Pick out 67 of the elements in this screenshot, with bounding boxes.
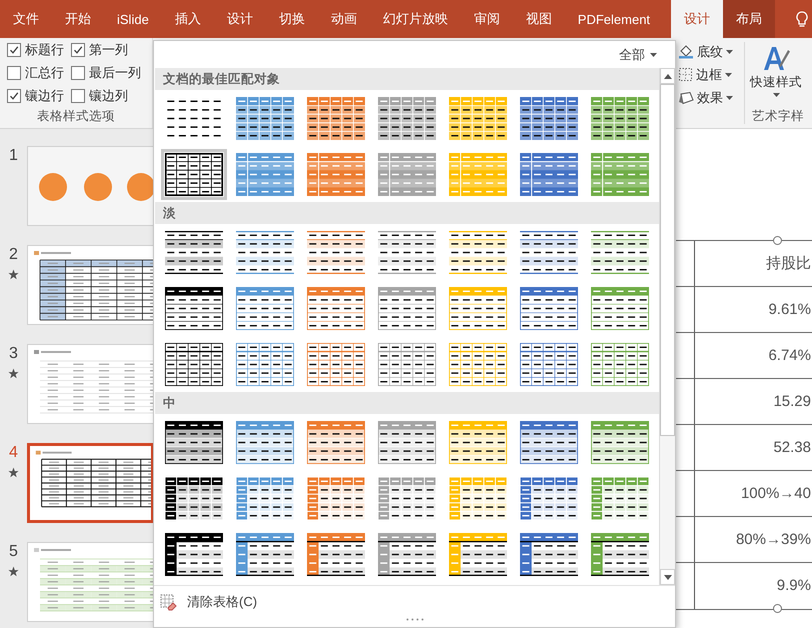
table-cell: 15.29 <box>694 379 812 424</box>
shape-icon <box>678 90 694 104</box>
ribbon-tab[interactable]: 设计 <box>671 0 724 38</box>
borders-button[interactable]: 边框 <box>676 63 744 86</box>
caret-icon <box>725 72 732 76</box>
checkbox[interactable] <box>71 66 85 80</box>
table-cell: 9.61% <box>694 287 812 332</box>
quick-styles-button[interactable]: 快速样式 <box>748 38 804 97</box>
shading-button[interactable]: 底纹 <box>676 40 744 63</box>
checkbox-label: 最后一列 <box>89 64 141 82</box>
checkbox[interactable] <box>7 88 21 102</box>
ribbon-tab[interactable]: 动画 <box>318 0 370 38</box>
slide-number: 1 <box>9 148 18 164</box>
ribbon-tab[interactable]: 切换 <box>266 0 318 38</box>
ribbon-tab[interactable]: 幻灯片放映 <box>370 0 461 38</box>
checkbox-label: 标题行 <box>25 40 64 58</box>
ribbon-tab[interactable]: 设计 <box>214 0 266 38</box>
table-cell: 6.74% <box>694 333 812 378</box>
resize-grip[interactable] <box>406 618 424 621</box>
checkbox-label: 镶边行 <box>25 86 64 104</box>
caret-icon <box>726 50 733 54</box>
slide-number: 4 <box>9 445 18 461</box>
slide-number: 5 <box>9 544 18 560</box>
checkbox-label: 镶边列 <box>89 86 128 104</box>
checkbox[interactable] <box>7 66 21 80</box>
slide-number: 3 <box>9 346 18 362</box>
section-header: 文档的最佳匹配对象 <box>155 68 659 90</box>
ribbon-tab[interactable]: 开始 <box>52 0 104 38</box>
checkbox-label: 第一列 <box>89 40 128 58</box>
up-arrow-icon <box>664 74 672 78</box>
table-cell: 80%→39% <box>694 517 812 562</box>
slide-number: 2 <box>9 247 18 263</box>
ribbon-tab[interactable]: 审阅 <box>460 0 513 38</box>
paint-bucket-icon <box>678 44 694 59</box>
resize-handle[interactable] <box>773 236 782 245</box>
slide-thumbnail[interactable] <box>27 443 154 523</box>
checkbox[interactable] <box>7 42 21 56</box>
eraser-icon <box>160 594 177 610</box>
scroll-down-button[interactable] <box>660 569 675 585</box>
filter-dropdown[interactable]: 全部 <box>617 44 659 66</box>
table-cell: 52.38 <box>694 425 812 470</box>
scroll-up-button[interactable] <box>660 68 675 84</box>
checkbox[interactable] <box>71 42 85 56</box>
effects-button[interactable]: 效果 <box>676 86 744 109</box>
clear-table-button[interactable]: 清除表格(C) <box>154 586 264 618</box>
down-arrow-icon <box>664 574 672 580</box>
lightbulb-icon[interactable] <box>796 10 808 28</box>
section-header: 淡 <box>155 202 659 224</box>
ribbon-tab[interactable]: 视图 <box>512 0 565 38</box>
caret-icon <box>650 52 657 56</box>
ribbon-tab[interactable]: 布局 <box>723 0 776 38</box>
group-label: 表格样式选项 <box>36 108 116 125</box>
dotted-border-icon <box>678 67 693 82</box>
checkbox[interactable] <box>71 88 85 102</box>
section-header: 中 <box>155 392 659 414</box>
ribbon-tab[interactable]: 插入 <box>162 0 214 38</box>
resize-handle[interactable] <box>773 604 782 613</box>
caret-icon <box>772 93 780 97</box>
checkbox-label: 汇总行 <box>25 64 64 82</box>
group-label: 艺术字样 <box>751 108 804 125</box>
ribbon-tab[interactable]: PDFelement <box>564 0 664 38</box>
table-cell: 100%→40 <box>694 471 812 516</box>
caret-icon <box>726 96 733 100</box>
scrollbar-thumb[interactable] <box>660 84 675 436</box>
ribbon-tab[interactable]: iSlide <box>104 0 162 38</box>
text-style-icon <box>761 44 791 72</box>
ribbon-tab[interactable]: 文件 <box>0 0 52 38</box>
